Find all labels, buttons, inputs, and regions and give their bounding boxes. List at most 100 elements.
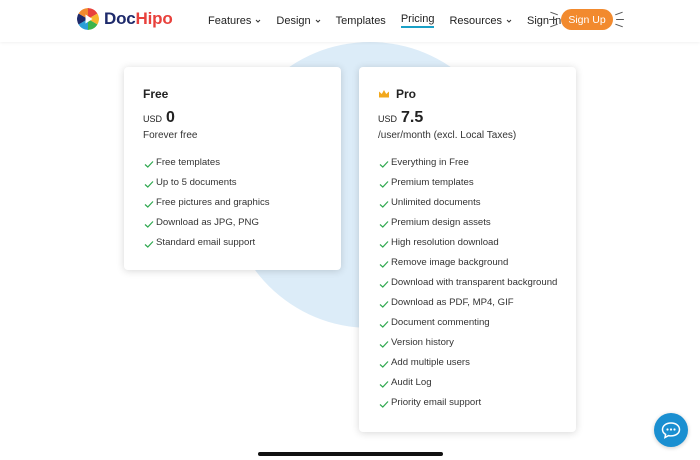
feature-item: Priority email support	[378, 397, 558, 410]
check-icon	[379, 281, 389, 288]
feature-label: Download as PDF, MP4, GIF	[391, 297, 514, 308]
logo-text-doc: Doc	[104, 9, 136, 28]
plan-price: USD 0	[143, 109, 175, 127]
feature-item: Version history	[378, 337, 558, 350]
check-icon	[144, 181, 154, 188]
nav-item-templates-label: Templates	[335, 14, 386, 27]
chat-button[interactable]	[654, 413, 688, 447]
nav-item-resources[interactable]: Resources	[449, 13, 512, 28]
nav-item-design-label: Design	[276, 14, 311, 27]
sparkle-line-icon	[550, 11, 558, 16]
plan-name-label: Free	[143, 87, 169, 101]
chevron-down-icon	[315, 19, 321, 23]
check-icon	[144, 241, 154, 248]
feature-label: Add multiple users	[391, 357, 470, 368]
logo-text-hipo: Hipo	[135, 9, 173, 28]
chevron-down-icon	[506, 19, 512, 23]
check-icon	[379, 221, 389, 228]
feature-label: Unlimited documents	[391, 197, 481, 208]
nav-item-pricing[interactable]: Pricing	[400, 13, 435, 28]
check-icon	[379, 201, 389, 208]
nav-item-templates[interactable]: Templates	[336, 13, 386, 28]
sparkle-line-icon	[615, 11, 623, 16]
feature-label: Free templates	[156, 157, 220, 168]
sign-up-area: Sign Up	[548, 8, 624, 32]
feature-item: Standard email support	[143, 237, 323, 250]
feature-label: Free pictures and graphics	[156, 197, 270, 208]
plan-name: Free	[143, 87, 168, 101]
check-icon	[379, 161, 389, 168]
feature-item: Everything in Free	[378, 157, 558, 170]
feature-item: Add multiple users	[378, 357, 558, 370]
sign-up-button[interactable]: Sign Up	[561, 9, 613, 30]
check-icon	[379, 361, 389, 368]
feature-label: Download with transparent background	[391, 277, 558, 288]
nav-item-features[interactable]: Features	[208, 13, 261, 28]
sparkle-line-icon	[549, 19, 557, 21]
feature-label: Everything in Free	[391, 157, 469, 168]
chevron-down-icon	[256, 19, 261, 23]
feature-label: Version history	[391, 337, 454, 348]
check-icon	[144, 161, 154, 168]
feature-label: Standard email support	[156, 237, 256, 248]
feature-label: Audit Log	[391, 377, 432, 388]
check-icon	[379, 401, 389, 408]
price-amount: 7.5	[401, 109, 424, 126]
check-icon	[379, 181, 389, 188]
check-icon	[379, 261, 389, 268]
feature-label: Up to 5 documents	[156, 177, 237, 188]
feature-item: Document commenting	[378, 317, 558, 330]
feature-list: Everything in Free Premium templates Unl…	[378, 157, 558, 417]
feature-item: Unlimited documents	[378, 197, 558, 210]
sparkle-line-icon	[615, 23, 623, 28]
feature-item: Download with transparent background	[378, 277, 558, 290]
feature-item: High resolution download	[378, 237, 558, 250]
nav-item-design[interactable]: Design	[276, 13, 321, 28]
main-menu: Features Design Templates Pricing Resour…	[208, 13, 576, 28]
feature-label: Document commenting	[391, 317, 490, 328]
top-navbar: DocHipo Features Design Templates Pricin…	[0, 0, 700, 42]
check-icon	[379, 341, 389, 348]
feature-item: Download as PDF, MP4, GIF	[378, 297, 558, 310]
plan-card-free: Free USD 0 Forever free Free templates U…	[124, 67, 341, 270]
feature-item: Free pictures and graphics	[143, 197, 323, 210]
price-currency: USD	[143, 114, 163, 124]
logo-text: DocHipo	[104, 9, 173, 29]
feature-label: Remove image background	[391, 257, 509, 268]
crown-icon	[379, 90, 389, 98]
price-period: /user/month (excl. Local Taxes)	[378, 130, 517, 141]
nav-item-pricing-label: Pricing	[400, 13, 435, 25]
check-icon	[144, 221, 154, 228]
plan-card-pro: Pro USD 7.5 /user/month (excl. Local Tax…	[359, 67, 576, 432]
feature-item: Premium design assets	[378, 217, 558, 230]
feature-item: Up to 5 documents	[143, 177, 323, 190]
price-amount: 0	[166, 109, 175, 126]
feature-label: Premium templates	[391, 177, 474, 188]
price-currency: USD	[378, 114, 398, 124]
sparkle-line-icon	[616, 19, 624, 21]
feature-label: Download as JPG, PNG	[156, 217, 259, 228]
nav-item-resources-label: Resources	[449, 14, 503, 27]
feature-item: Remove image background	[378, 257, 558, 270]
chat-icon	[661, 422, 681, 439]
nav-item-features-label: Features	[208, 14, 252, 27]
feature-item: Download as JPG, PNG	[143, 217, 323, 230]
feature-item: Premium templates	[378, 177, 558, 190]
feature-label: Priority email support	[391, 397, 482, 408]
check-icon	[144, 201, 154, 208]
feature-list: Free templates Up to 5 documents Free pi…	[143, 157, 323, 257]
feature-label: Premium design assets	[391, 217, 491, 228]
plan-price: USD 7.5	[378, 109, 423, 127]
feature-item: Audit Log	[378, 377, 558, 390]
check-icon	[379, 241, 389, 248]
dochipo-logo[interactable]: DocHipo	[77, 8, 173, 30]
sparkle-line-icon	[550, 23, 558, 28]
check-icon	[379, 321, 389, 328]
logo-mark-icon	[77, 8, 99, 30]
feature-label: High resolution download	[391, 237, 499, 248]
home-indicator	[258, 452, 443, 456]
feature-item: Free templates	[143, 157, 323, 170]
check-icon	[379, 301, 389, 308]
price-period: Forever free	[143, 130, 198, 141]
check-icon	[379, 381, 389, 388]
